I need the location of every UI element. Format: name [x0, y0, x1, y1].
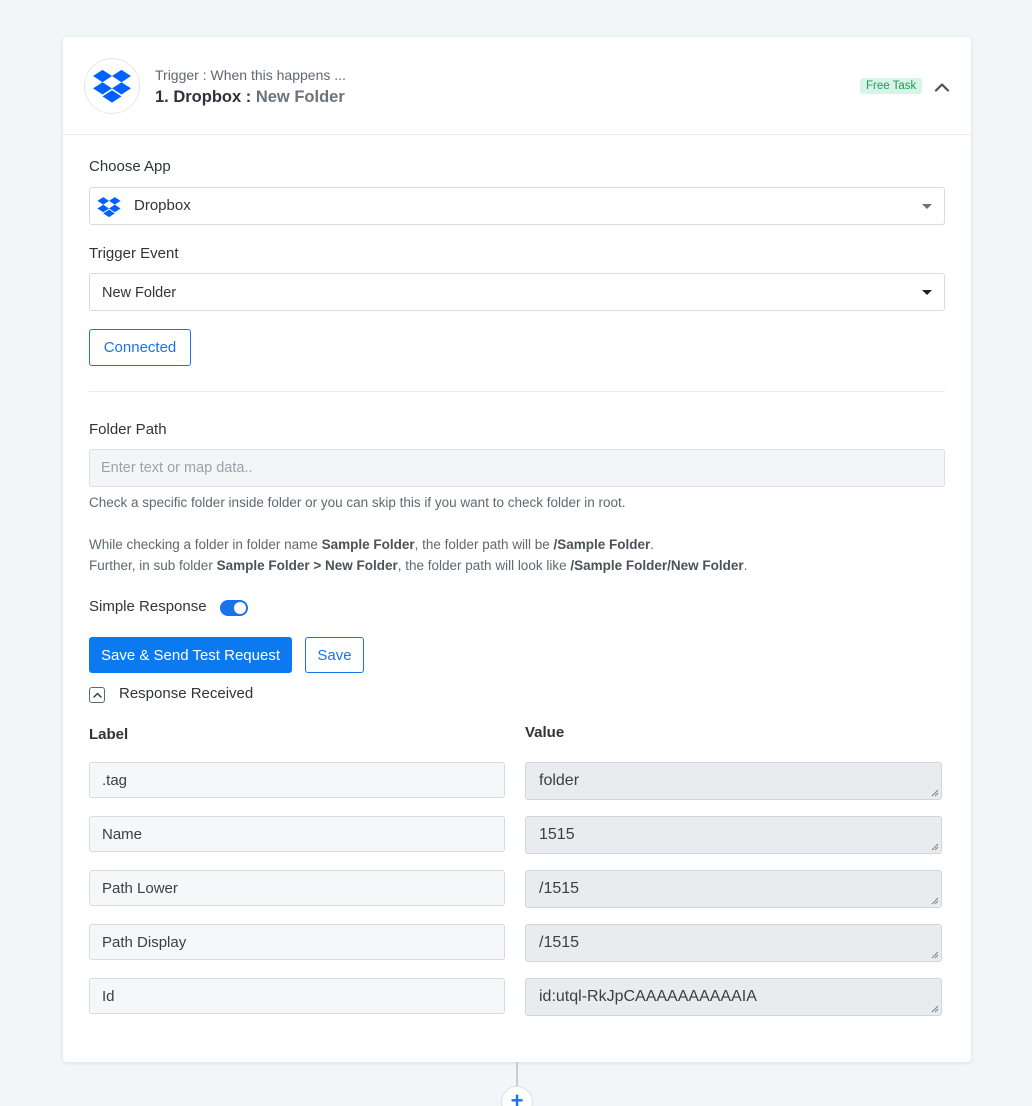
choose-app-select[interactable]: Dropbox	[89, 187, 945, 225]
toggle-knob	[234, 602, 246, 614]
trigger-step-card: Trigger : When this happens ... 1. Dropb…	[63, 37, 971, 1062]
response-label-field: .tag	[89, 762, 505, 798]
folder-path-help-3: Further, in sub folder Sample Folder > N…	[89, 558, 748, 573]
folder-path-label: Folder Path	[89, 421, 167, 438]
resize-grip-icon[interactable]	[931, 951, 939, 959]
step-app-name: 1. Dropbox :	[155, 88, 256, 106]
free-task-badge: Free Task	[860, 78, 923, 94]
step-event-name: New Folder	[255, 88, 345, 106]
trigger-label: Trigger : When this happens ...	[155, 67, 346, 83]
section-divider	[89, 391, 945, 392]
response-value-field[interactable]: /1515	[525, 924, 942, 962]
caret-down-icon	[922, 290, 932, 295]
simple-response-label: Simple Response	[89, 598, 207, 615]
choose-app-selected: Dropbox	[134, 197, 191, 214]
response-label-field: Path Lower	[89, 870, 505, 906]
save-button[interactable]: Save	[305, 637, 364, 673]
response-value-field[interactable]: /1515	[525, 870, 942, 908]
folder-path-help-1: Check a specific folder inside folder or…	[89, 495, 626, 510]
response-label-field: Id	[89, 978, 505, 1014]
response-value-field[interactable]: id:utql-RkJpCAAAAAAAAAAIA	[525, 978, 942, 1016]
response-label-field: Name	[89, 816, 505, 852]
trigger-event-label: Trigger Event	[89, 245, 179, 262]
caret-down-icon	[922, 204, 932, 209]
add-step-button[interactable]: +	[501, 1086, 533, 1106]
resize-grip-icon[interactable]	[931, 1005, 939, 1013]
chevron-up-icon	[92, 692, 102, 698]
label-column-header: Label	[89, 726, 129, 743]
response-collapse-toggle[interactable]	[89, 687, 105, 703]
simple-response-toggle[interactable]	[220, 600, 248, 616]
trigger-event-select[interactable]: New Folder	[89, 273, 945, 311]
step-title: 1. Dropbox : New Folder	[155, 88, 345, 107]
save-and-send-test-button[interactable]: Save & Send Test Request	[89, 637, 292, 673]
folder-path-help-2: While checking a folder in folder name S…	[89, 537, 655, 552]
response-value-field[interactable]: folder	[525, 762, 942, 800]
collapse-button[interactable]	[931, 76, 953, 98]
trigger-event-selected: New Folder	[102, 285, 177, 301]
response-label-field: Path Display	[89, 924, 505, 960]
plus-icon: +	[510, 1088, 524, 1106]
response-value-field[interactable]: 1515	[525, 816, 942, 854]
value-column-header: Value	[525, 724, 565, 741]
choose-app-label: Choose App	[89, 158, 171, 175]
trigger-step-header[interactable]: Trigger : When this happens ... 1. Dropb…	[63, 37, 971, 135]
resize-grip-icon[interactable]	[931, 897, 939, 905]
step-connector-line	[516, 1062, 518, 1088]
dropbox-icon	[84, 58, 140, 114]
connected-button[interactable]: Connected	[89, 329, 191, 366]
dropbox-icon	[97, 196, 121, 223]
folder-path-input[interactable]	[89, 449, 945, 487]
resize-grip-icon[interactable]	[931, 789, 939, 797]
chevron-up-icon	[934, 83, 950, 92]
response-received-title: Response Received	[119, 685, 254, 702]
resize-grip-icon[interactable]	[931, 843, 939, 851]
